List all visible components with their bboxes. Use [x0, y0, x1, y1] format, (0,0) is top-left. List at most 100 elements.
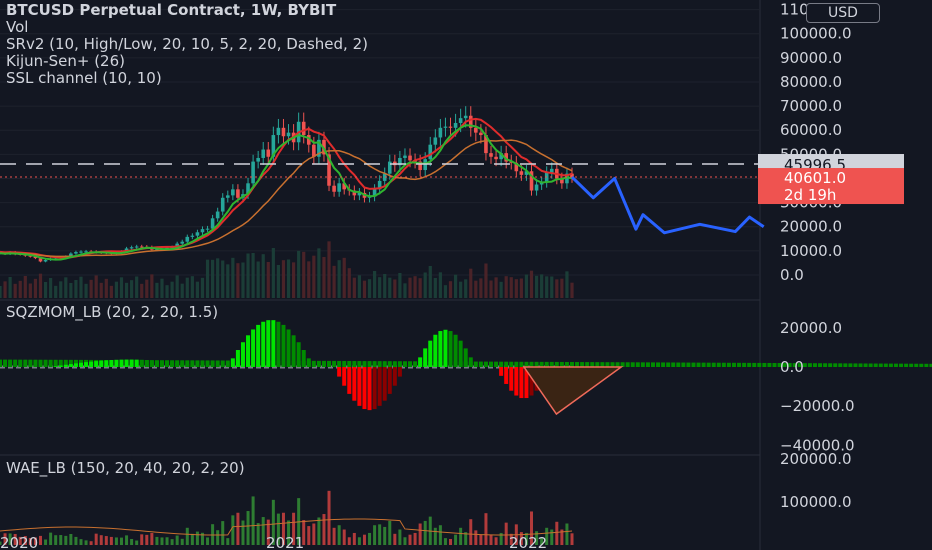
volume-bar: [489, 280, 493, 298]
volume-bar: [418, 278, 422, 298]
volume-bar: [79, 276, 83, 298]
volume-bar: [281, 260, 286, 298]
sqz-bar: [428, 340, 433, 367]
sqz-bar: [818, 363, 823, 367]
symbol-title[interactable]: BTCUSD Perpetual Contract, 1W, BYBIT: [6, 2, 368, 19]
wae-bar: [449, 538, 453, 545]
legend-vol[interactable]: Vol: [6, 19, 368, 36]
wae-bar: [99, 535, 103, 545]
wae-bar: [383, 526, 387, 545]
sqz-bar: [276, 321, 281, 367]
price-axis[interactable]: 0.010000.020000.030000.040000.050000.060…: [780, 1, 855, 511]
wae-bar: [504, 522, 508, 545]
volume-bar: [216, 258, 220, 298]
volume-bar: [104, 278, 108, 298]
sqz-bar: [812, 363, 817, 367]
sqz-bar: [332, 360, 337, 367]
sqz-bar: [256, 324, 261, 367]
volume-bar: [534, 275, 539, 298]
wae-legend[interactable]: WAE_LB (150, 20, 40, 20, 2, 20): [6, 460, 245, 477]
candle: [134, 246, 139, 248]
sqz-bar: [478, 361, 483, 367]
sqz-bar: [757, 362, 762, 367]
sqz-bar: [904, 363, 909, 367]
sqzmom-legend[interactable]: SQZMOM_LB (20, 2, 20, 1.5): [6, 304, 218, 321]
sqz-bar: [737, 362, 742, 367]
price-tick-label: 70000.0: [780, 97, 842, 115]
wae-bar: [322, 514, 326, 545]
sqz-bar: [337, 360, 342, 367]
candle: [281, 127, 286, 137]
sqz-bar: [175, 362, 180, 367]
sqz-bar: [711, 362, 716, 367]
sqz-bar: [281, 324, 286, 367]
sqz-bar: [899, 363, 904, 367]
volume-bar: [109, 285, 113, 298]
sqz-bar: [200, 366, 205, 367]
volume-bar: [393, 279, 397, 298]
candle: [332, 185, 336, 192]
candle: [261, 149, 266, 158]
currency-button[interactable]: USD: [806, 3, 880, 23]
candle: [215, 211, 220, 219]
sqz-bar: [868, 363, 873, 367]
volume-bar: [403, 283, 407, 298]
sqz-bar: [392, 361, 397, 367]
volume-bar: [195, 281, 200, 298]
sqz-bar: [878, 363, 883, 367]
volume-bar: [130, 280, 134, 298]
volume-bar: [135, 276, 139, 298]
sqz-bar: [873, 363, 878, 367]
sqz-bar: [514, 367, 519, 396]
price-tick-label: 20000.0: [780, 218, 842, 236]
volume-bar: [332, 265, 336, 298]
legend-ssl[interactable]: SSL channel (10, 10): [6, 70, 368, 87]
volume-bar: [266, 262, 270, 298]
legend-srv2[interactable]: SRv2 (10, High/Low, 20, 10, 5, 2, 20, Da…: [6, 36, 368, 53]
sqz-projection: [522, 366, 624, 416]
wae-bar: [74, 536, 78, 545]
wae-bar: [216, 530, 220, 545]
sqz-bar: [220, 360, 225, 367]
sqz-bar: [316, 360, 321, 367]
sqz-bar: [251, 329, 256, 367]
wae-bar: [145, 534, 149, 545]
volume-bar: [18, 280, 22, 298]
volume-bar: [190, 276, 194, 298]
volume-bar: [524, 274, 529, 298]
sqz-bar: [448, 331, 453, 367]
volume-bar: [570, 282, 574, 298]
sqz-bar: [311, 360, 316, 367]
sqz-bar: [154, 360, 159, 367]
legend-kijun[interactable]: Kijun-Sen+ (26): [6, 53, 368, 70]
candle: [139, 246, 144, 248]
candle: [448, 126, 453, 128]
volume-bar: [175, 275, 179, 298]
wae-bar: [135, 540, 139, 545]
candle: [225, 195, 230, 198]
volume-bar: [241, 262, 245, 298]
volume-bar: [565, 271, 569, 298]
sqz-bar: [494, 361, 499, 367]
time-tick-label: 2022: [509, 534, 547, 550]
sqz-bar: [180, 363, 185, 367]
wae-bar: [327, 490, 331, 545]
sqz-bar: [681, 362, 686, 367]
sqz-bar: [544, 361, 549, 367]
sqz-bar: [357, 367, 362, 406]
sqz-bar: [762, 362, 767, 367]
sqz-bar: [833, 363, 838, 367]
volume-bar: [540, 274, 544, 298]
candle: [301, 121, 306, 136]
volume-bar: [555, 279, 559, 298]
candle: [205, 228, 210, 230]
sqz-bar: [504, 367, 509, 384]
sqz-bar: [33, 359, 38, 367]
wae-bar: [49, 532, 53, 545]
volume-bar: [231, 257, 235, 298]
volume-bar: [33, 278, 38, 298]
sqz-bar: [919, 363, 924, 367]
sqz-bar: [139, 359, 144, 367]
sqz-bar: [438, 331, 443, 367]
sqz-bar: [863, 363, 868, 367]
